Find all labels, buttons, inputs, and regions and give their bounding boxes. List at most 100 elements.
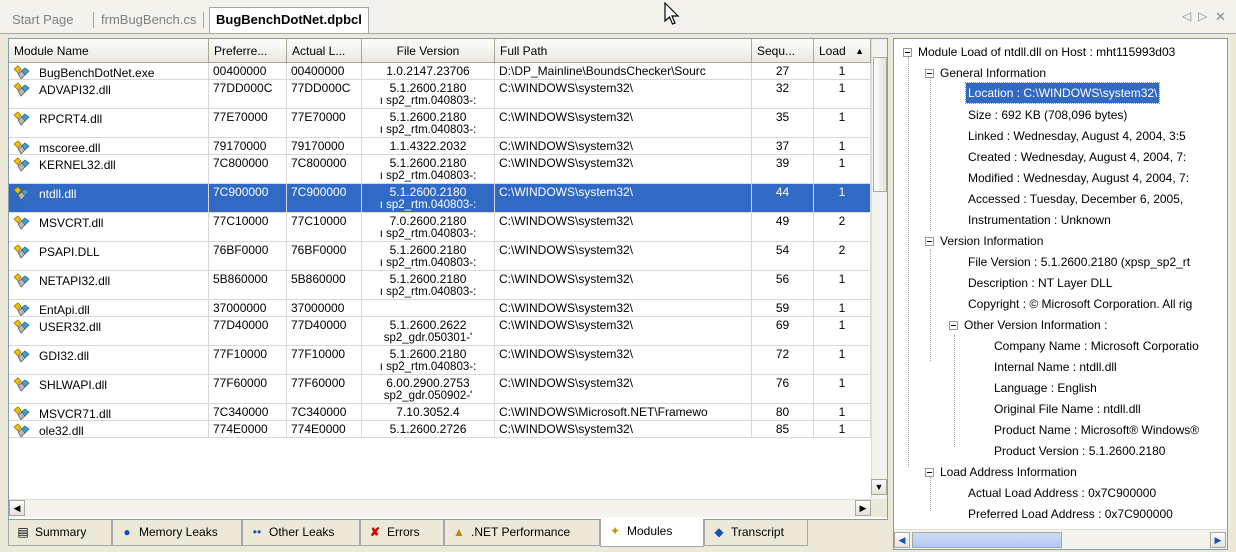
cell-seq: 54 (752, 242, 814, 270)
collapse-other-version-icon[interactable] (949, 321, 958, 330)
tree-internal-name[interactable]: Internal Name : ntdll.dll (994, 357, 1117, 377)
column-header-module-name[interactable]: Module Name (9, 39, 209, 63)
tab-transcript[interactable]: ◆ Transcript (704, 520, 808, 546)
cell-version: 5.1.2600.2180 ı sp2_rtm.040803-: (362, 346, 495, 374)
table-row[interactable]: KERNEL32.dll 7C800000 7C800000 5.1.2600.218… (9, 155, 871, 184)
cell-text: 77F10000 (291, 347, 346, 361)
table-row[interactable]: ole32.dll 774E0000 774E0000 5.1.2600.2726 C:… (9, 421, 871, 438)
table-row[interactable]: BugBenchDotNet.exe 00400000 00400000 1.0.21… (9, 63, 871, 80)
cell-seq: 56 (752, 271, 814, 299)
cell-text: 6.00.2900.2753 (386, 376, 470, 390)
table-row[interactable]: NETAPI32.dll 5B860000 5B860000 5.1.2600.218… (9, 271, 871, 300)
cell-text: C:\WINDOWS\Microsoft.NET\Framewo (499, 405, 708, 419)
tab-memory-leaks[interactable]: ● Memory Leaks (112, 520, 242, 546)
table-row[interactable]: ntdll.dll 7C900000 7C900000 5.1.2600.2180 ı … (9, 184, 871, 213)
cell-text-build: ı sp2_rtm.040803-: (379, 361, 477, 373)
tree-scroll-left-button[interactable]: ◀ (894, 532, 910, 548)
cell-text: 77E70000 (291, 110, 346, 124)
tree-created[interactable]: Created : Wednesday, August 4, 2004, 7: (968, 147, 1186, 167)
cell-name: ntdll.dll (9, 184, 209, 212)
memory-leak-icon: ● (123, 525, 131, 539)
scroll-left-button[interactable]: ◀ (9, 500, 25, 516)
close-icon[interactable]: ✕ (1215, 9, 1226, 25)
tree-linked[interactable]: Linked : Wednesday, August 4, 2004, 3:5 (968, 126, 1186, 146)
vertical-scroll-thumb[interactable] (873, 57, 887, 192)
table-row[interactable]: MSVCR71.dll 7C340000 7C340000 7.10.3052.4 C:… (9, 404, 871, 421)
tree-language[interactable]: Language : English (994, 378, 1097, 398)
tree-original-file-name[interactable]: Original File Name : ntdll.dll (994, 399, 1141, 419)
cell-text: 56 (775, 272, 790, 286)
tree-general-information[interactable]: General Information (940, 63, 1046, 83)
collapse-general-icon[interactable] (925, 69, 934, 78)
tree-file-version[interactable]: File Version : 5.1.2600.2180 (xpsp_sp2_r… (968, 252, 1190, 272)
tree-other-version-information[interactable]: Other Version Information : (964, 315, 1107, 335)
cell-text: 77DD000C (291, 81, 351, 95)
tree-modified[interactable]: Modified : Wednesday, August 4, 2004, 7: (968, 168, 1189, 188)
tree-size[interactable]: Size : 692 KB (708,096 bytes) (968, 105, 1127, 125)
scroll-down-button[interactable]: ▼ (871, 479, 887, 495)
grid-horizontal-scrollbar[interactable]: ◀ ▶ (9, 499, 871, 517)
column-header-sequence[interactable]: Sequ... (752, 39, 814, 63)
table-row[interactable]: EntApi.dll 37000000 37000000 C:\WINDOWS\sys… (9, 300, 871, 317)
tree-accessed[interactable]: Accessed : Tuesday, December 6, 2005, (968, 189, 1183, 209)
cell-actual: 76BF0000 (287, 242, 362, 270)
tab-start-page[interactable]: Start Page (12, 10, 73, 30)
table-row[interactable]: PSAPI.DLL 76BF0000 76BF0000 5.1.2600.2180 ı … (9, 242, 871, 271)
cell-load: 2 (814, 242, 871, 270)
column-header-preferred[interactable]: Preferre... (209, 39, 287, 63)
tree-product-name[interactable]: Product Name : Microsoft® Windows® (994, 420, 1199, 440)
cell-seq: 39 (752, 155, 814, 183)
column-header-load[interactable]: Load ▲ (814, 39, 871, 63)
cell-name: NETAPI32.dll (9, 271, 209, 299)
tree-load-address-information[interactable]: Load Address Information (940, 462, 1077, 482)
tab-bugbenchdotnet[interactable]: BugBenchDotNet.dpbcl (209, 7, 369, 33)
tab-transcript-label: Transcript (731, 525, 784, 539)
tree-scroll-thumb[interactable] (912, 532, 1062, 548)
scroll-right-button[interactable]: ▶ (855, 500, 871, 516)
module-icon (13, 348, 30, 363)
grid-vertical-scrollbar[interactable]: ▼ (871, 39, 887, 499)
collapse-load-address-icon[interactable] (925, 468, 934, 477)
module-icon (13, 273, 30, 288)
cell-text: 1 (838, 405, 846, 419)
scroll-right-icon[interactable]: ▷ (1198, 9, 1207, 23)
tab-modules[interactable]: ✦ Modules (600, 519, 704, 547)
cell-version: 6.00.2900.2753 sp2_gdr.050902-' (362, 375, 495, 403)
tree-description[interactable]: Description : NT Layer DLL (968, 273, 1113, 293)
table-row[interactable]: USER32.dll 77D40000 77D40000 5.1.2600.2622 s… (9, 317, 871, 346)
column-header-file-version[interactable]: File Version (362, 39, 495, 63)
tree-product-version[interactable]: Product Version : 5.1.2600.2180 (994, 441, 1165, 461)
tab-other-leaks[interactable]: •• Other Leaks (242, 520, 360, 546)
tab-frmbugbench[interactable]: frmBugBench.cs (101, 10, 196, 30)
tree-copyright[interactable]: Copyright : © Microsoft Corporation. All… (968, 294, 1192, 314)
table-row[interactable]: ADVAPI32.dll 77DD000C 77DD000C 5.1.2600.218… (9, 80, 871, 109)
tab-summary[interactable]: ▤ Summary (8, 520, 112, 546)
tree-actual-load-address[interactable]: Actual Load Address : 0x7C900000 (968, 483, 1156, 503)
tree-company-name[interactable]: Company Name : Microsoft Corporatio (994, 336, 1199, 356)
tree-root[interactable]: Module Load of ntdll.dll on Host : mht11… (918, 42, 1175, 62)
cell-seq: 49 (752, 213, 814, 241)
cell-text: 77C10000 (291, 214, 347, 228)
collapse-root-icon[interactable] (903, 48, 912, 57)
tab-net-performance[interactable]: ▲ .NET Performance (444, 520, 600, 546)
table-row[interactable]: RPCRT4.dll 77E70000 77E70000 5.1.2600.2180 ı… (9, 109, 871, 138)
tree-location[interactable]: Location : C:\WINDOWS\system32\ (964, 82, 1161, 104)
cell-text: 35 (775, 110, 790, 124)
table-row[interactable]: GDI32.dll 77F10000 77F10000 5.1.2600.2180 ı … (9, 346, 871, 375)
scroll-left-icon[interactable]: ◁ (1182, 9, 1191, 23)
table-row[interactable]: mscoree.dll 79170000 79170000 1.1.4322.2032… (9, 138, 871, 155)
column-header-actual[interactable]: Actual L... (287, 39, 362, 63)
tree-preferred-load-address[interactable]: Preferred Load Address : 0x7C900000 (968, 504, 1173, 524)
column-header-full-path[interactable]: Full Path (495, 39, 752, 63)
cell-version: 5.1.2600.2180 ı sp2_rtm.040803-: (362, 242, 495, 270)
tab-errors[interactable]: ✘ Errors (360, 520, 444, 546)
tree-instrumentation[interactable]: Instrumentation : Unknown (968, 210, 1111, 230)
tree-version-information[interactable]: Version Information (940, 231, 1043, 251)
table-row[interactable]: MSVCRT.dll 77C10000 77C10000 7.0.2600.2180 ı… (9, 213, 871, 242)
collapse-version-icon[interactable] (925, 237, 934, 246)
tree-scroll-right-button[interactable]: ▶ (1210, 532, 1226, 548)
cell-name: PSAPI.DLL (9, 242, 209, 270)
cell-actual: 00400000 (287, 63, 362, 79)
tree-horizontal-scrollbar[interactable]: ◀ ▶ (894, 529, 1227, 549)
table-row[interactable]: SHLWAPI.dll 77F60000 77F60000 6.00.2900.275… (9, 375, 871, 404)
